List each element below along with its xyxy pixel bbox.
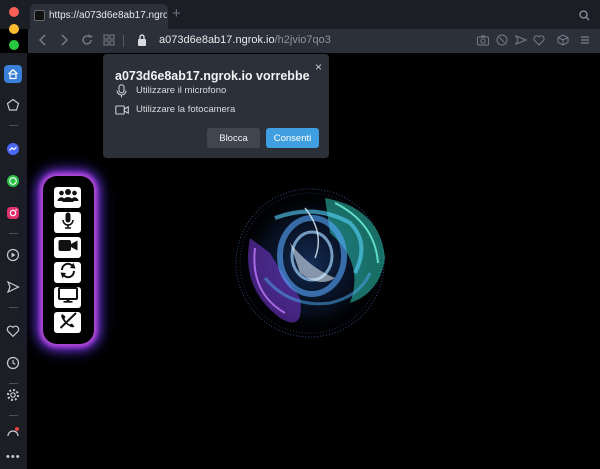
minimize-window-button[interactable] [9, 24, 19, 34]
call-control-panel [43, 176, 94, 344]
bookmark-heart-icon[interactable] [532, 33, 546, 52]
notification-icon[interactable] [4, 423, 22, 441]
speed-dial-icon[interactable] [4, 96, 22, 114]
toolbar-divider [123, 35, 124, 47]
zoom-window-button[interactable] [9, 40, 19, 50]
back-icon[interactable] [36, 33, 50, 52]
extensions-icon[interactable] [556, 33, 570, 52]
snapshot-icon[interactable] [476, 33, 490, 52]
microphone-button[interactable] [54, 212, 81, 233]
new-tab-button[interactable]: + [172, 5, 181, 22]
settings-icon[interactable] [4, 386, 22, 404]
hangup-button[interactable] [54, 311, 81, 334]
url-field[interactable]: a073d6e8ab17.ngrok.io/h2jvio7qo3 [159, 34, 331, 46]
shield-icon[interactable] [495, 33, 509, 52]
messenger-icon[interactable] [4, 140, 22, 158]
instagram-icon[interactable] [4, 204, 22, 222]
tab-bar: https://a073d6e8ab17.ngrok.io/h2jvio7qo3… [0, 0, 600, 29]
dialog-title: a073d6e8ab17.ngrok.io vorrebbe [115, 69, 310, 83]
heart-icon[interactable] [4, 322, 22, 340]
permission-dialog: × a073d6e8ab17.ngrok.io vorrebbe Utilizz… [103, 54, 329, 158]
sidebar-divider [9, 383, 18, 384]
favicon-icon [34, 10, 45, 21]
send-icon[interactable] [4, 278, 22, 296]
reload-icon[interactable] [80, 33, 94, 52]
home-icon[interactable] [4, 65, 22, 83]
close-icon[interactable]: × [315, 60, 322, 74]
address-toolbar: a073d6e8ab17.ngrok.io/h2jvio7qo3 [28, 29, 600, 53]
participants-icon [57, 188, 79, 208]
screen-share-button[interactable] [54, 287, 81, 308]
permission-label: Utilizzare la fotocamera [136, 104, 236, 115]
switch-camera-button[interactable] [54, 262, 81, 283]
send-page-icon[interactable] [514, 33, 528, 52]
sidebar-divider [9, 307, 18, 308]
participants-button[interactable] [54, 187, 81, 208]
more-button[interactable]: ••• [6, 451, 21, 463]
close-window-button[interactable] [9, 7, 19, 17]
sidebar-divider [9, 125, 18, 126]
audio-visualizer [230, 178, 396, 344]
camera-icon [115, 103, 129, 121]
sidebar-divider [9, 415, 18, 416]
screen-share-icon [57, 287, 78, 308]
switch-camera-icon [59, 262, 77, 284]
browser-tab[interactable]: https://a073d6e8ab17.ngrok.io/h2jvio7qo3 [30, 4, 168, 29]
lock-icon[interactable] [136, 33, 148, 52]
hangup-icon [59, 311, 77, 334]
forward-icon[interactable] [57, 33, 71, 52]
player-icon[interactable] [4, 246, 22, 264]
video-camera-icon [58, 239, 78, 257]
menu-icon[interactable] [578, 33, 592, 52]
video-camera-button[interactable] [54, 237, 81, 258]
url-path: /h2jvio7qo3 [274, 34, 331, 46]
tab-search-icon[interactable] [579, 8, 590, 26]
whatsapp-icon[interactable] [4, 172, 22, 190]
url-host: a073d6e8ab17.ngrok.io [159, 34, 275, 46]
browser-window: https://a073d6e8ab17.ngrok.io/h2jvio7qo3… [0, 0, 600, 469]
microphone-icon [115, 84, 128, 103]
tab-title: https://a073d6e8ab17.ngrok.io/h2jvio7qo3 [49, 10, 167, 21]
sidebar-divider [9, 233, 18, 234]
tab-grid-icon[interactable] [102, 33, 116, 52]
block-button[interactable]: Blocca [207, 128, 260, 148]
sidebar-panel: ••• [0, 53, 27, 469]
history-icon[interactable] [4, 354, 22, 372]
permission-label: Utilizzare il microfono [136, 85, 227, 96]
microphone-icon [61, 212, 75, 234]
allow-button[interactable]: Consenti [266, 128, 319, 148]
